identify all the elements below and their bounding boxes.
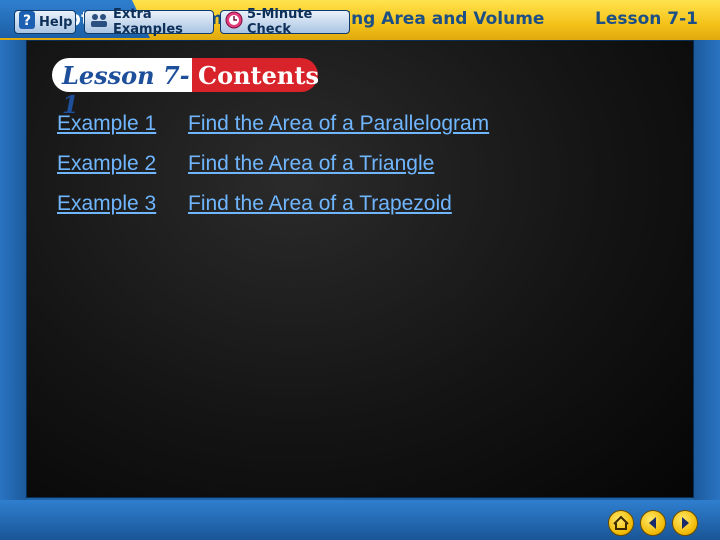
- forward-button[interactable]: [672, 510, 698, 536]
- example-number: Example 1: [57, 112, 157, 135]
- home-button[interactable]: [608, 510, 634, 536]
- frame-right: [694, 40, 720, 500]
- banner-lesson-label: Lesson 7-1: [62, 61, 190, 119]
- arrow-right-icon: [682, 517, 689, 529]
- example-1-link[interactable]: Example 1 Find the Area of a Parallelogr…: [57, 112, 489, 152]
- back-button[interactable]: [640, 510, 666, 536]
- banner-lesson: Lesson 7-1: [52, 58, 192, 119]
- question-mark-icon: ?: [19, 11, 35, 33]
- help-button[interactable]: ? Help: [14, 10, 76, 34]
- svg-text:?: ?: [23, 13, 31, 29]
- five-minute-check-button[interactable]: 5-Minute Check: [220, 7, 350, 37]
- banner-contents: Contents: [192, 58, 319, 92]
- example-title: Find the Area of a Triangle: [188, 152, 435, 175]
- example-title: Find the Area of a Parallelogram: [188, 112, 490, 135]
- examples-list: Example 1 Find the Area of a Parallelogr…: [57, 112, 489, 232]
- example-title: Find the Area of a Trapezoid: [188, 192, 452, 215]
- banner-contents-label: Contents: [198, 61, 319, 90]
- people-icon: [89, 12, 109, 32]
- help-label: Help: [39, 14, 73, 30]
- extra-examples-label: Extra Examples: [113, 7, 183, 37]
- clock-icon: [225, 11, 243, 33]
- home-icon: [613, 515, 629, 530]
- arrow-left-icon: [649, 517, 656, 529]
- frame-left: [0, 40, 26, 500]
- example-2-link[interactable]: Example 2 Find the Area of a Triangle: [57, 152, 489, 192]
- example-number: Example 3: [57, 192, 157, 215]
- lesson-label: Lesson 7-1: [594, 9, 698, 29]
- example-number: Example 2: [57, 152, 157, 175]
- five-minute-check-label: 5-Minute Check: [247, 7, 313, 37]
- example-3-link[interactable]: Example 3 Find the Area of a Trapezoid: [57, 192, 489, 232]
- lesson-contents-banner: Lesson 7-1 Contents: [52, 58, 319, 119]
- extra-examples-button[interactable]: Extra Examples: [84, 7, 214, 37]
